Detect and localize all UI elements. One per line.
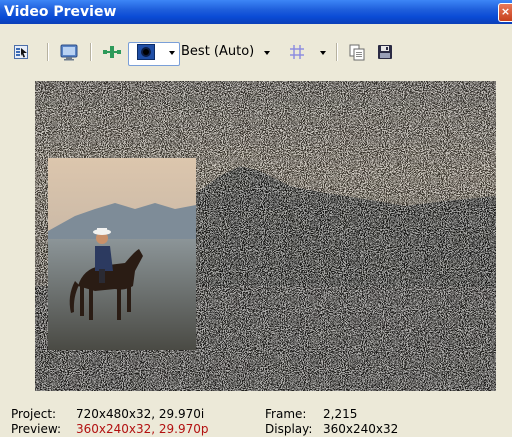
save-snapshot-button[interactable] (373, 41, 397, 63)
display-value: 360x240x32 (323, 422, 399, 436)
split-screen-button[interactable] (99, 41, 125, 63)
preview-image (35, 81, 496, 391)
title-bar: Video Preview × (0, 0, 512, 24)
project-label: Project: (11, 407, 57, 421)
close-button[interactable]: × (498, 3, 512, 22)
preview-label: Preview: (11, 422, 62, 436)
copy-snapshot-button[interactable] (345, 41, 369, 63)
display-label: Display: (265, 422, 313, 436)
grid-dropdown-icon[interactable] (320, 51, 326, 55)
frame-label: Frame: (265, 407, 307, 421)
toolbar: Best (Auto) (0, 36, 512, 68)
status-bar: Project: 720x480x32, 29.970i Preview: 36… (0, 400, 512, 437)
window-title: Video Preview (4, 4, 117, 20)
properties-icon (14, 45, 28, 59)
video-preview-frame[interactable] (35, 81, 496, 391)
split-screen-icon (103, 46, 121, 58)
save-snapshot-icon (378, 45, 392, 59)
overlay-grid-button[interactable] (285, 41, 309, 63)
frame-value: 2,215 (323, 407, 358, 421)
properties-button[interactable] (10, 41, 32, 63)
copy-snapshot-icon (349, 44, 365, 60)
close-icon: × (500, 5, 511, 18)
project-value: 720x480x32, 29.970i (76, 407, 205, 421)
monitor-icon (60, 44, 78, 60)
preview-value: 360x240x32, 29.970p (76, 422, 209, 436)
grid-icon (290, 45, 304, 59)
quality-dropdown-icon[interactable] (264, 51, 270, 55)
preview-mode-dropdown-icon[interactable] (169, 51, 175, 55)
preview-mode-icon (137, 44, 155, 60)
preview-quality-dropdown[interactable]: Best (Auto) (181, 44, 254, 60)
external-monitor-button[interactable] (57, 41, 81, 63)
preview-mode-button[interactable] (134, 41, 158, 63)
